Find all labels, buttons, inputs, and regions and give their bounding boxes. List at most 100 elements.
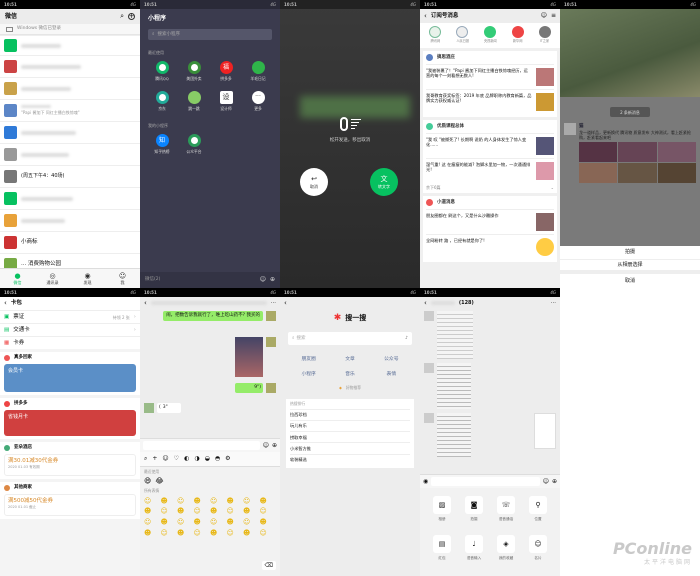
tool-contact-card[interactable]: ☺ 名片 bbox=[522, 535, 554, 568]
mini-app[interactable]: 福拼多多 bbox=[210, 60, 242, 83]
hot-item[interactable]: 软装精选 bbox=[290, 453, 410, 465]
category-mini-programs[interactable]: 小程序 bbox=[288, 372, 329, 378]
mini-search[interactable]: ⌕ 搜索小程序 bbox=[148, 28, 272, 40]
message-input[interactable] bbox=[143, 441, 260, 450]
emoji[interactable]: ☺ bbox=[227, 507, 244, 516]
emoji-icon[interactable]: ☺ bbox=[260, 276, 266, 284]
mini-app[interactable]: 跳一跳 bbox=[178, 90, 210, 113]
plus-icon[interactable]: ⊕ bbox=[272, 442, 277, 450]
album-option[interactable]: 从相册选择 bbox=[560, 260, 700, 274]
mini-app[interactable]: 羊毛日记 bbox=[242, 60, 274, 83]
coupons-row[interactable]: ▦ 卡券 bbox=[0, 336, 140, 349]
chat-item[interactable]: "Papi 酱加下 同红主播白铁惊魂" bbox=[0, 99, 140, 121]
to-text-button[interactable]: 文转文字 bbox=[370, 168, 398, 196]
image-bubble[interactable] bbox=[437, 363, 471, 409]
message-bubble[interactable]: 闹，把数告诉我就行了，唯上吃山药不? 我买的 bbox=[163, 311, 263, 321]
emoji[interactable]: ☺ bbox=[194, 507, 211, 516]
new-messages-pill[interactable]: 2 条新消息 bbox=[610, 107, 650, 117]
plus-icon[interactable]: ⊕ bbox=[270, 276, 275, 284]
emoji[interactable]: ☺ bbox=[177, 518, 194, 527]
emoji[interactable]: ☺ bbox=[260, 507, 277, 516]
image-bubble[interactable] bbox=[437, 311, 473, 359]
tool-camera[interactable]: ◙ 拍摄 bbox=[458, 496, 490, 529]
emoji[interactable]: ☻ bbox=[260, 518, 277, 527]
plus-icon[interactable]: + bbox=[128, 12, 135, 20]
tool-voice-input[interactable]: ♩ 语音输入 bbox=[458, 535, 490, 568]
post-image[interactable] bbox=[618, 141, 657, 162]
emoji[interactable]: ☻ bbox=[161, 497, 178, 506]
plus-icon[interactable]: ⊕ bbox=[552, 478, 557, 486]
account-avatar[interactable]: 人民日报 bbox=[456, 26, 469, 45]
mini-app[interactable]: 公众平台 bbox=[178, 133, 210, 156]
mini-app[interactable]: 京东 bbox=[146, 90, 178, 113]
emoji[interactable]: ☺ bbox=[144, 497, 161, 506]
account-avatar[interactable]: 新华网 bbox=[511, 26, 524, 45]
emoji-icon[interactable]: ☺ bbox=[162, 455, 168, 463]
emoji[interactable]: ☻ bbox=[177, 529, 194, 538]
microphone-icon[interactable]: ♪ bbox=[405, 336, 408, 342]
category-accounts[interactable]: 公众号 bbox=[371, 357, 412, 363]
emoji[interactable]: ☻ bbox=[260, 497, 277, 506]
emoji[interactable]: ☻ bbox=[210, 507, 227, 516]
emoji[interactable]: ☺ bbox=[161, 507, 178, 516]
message-input[interactable] bbox=[431, 477, 540, 486]
emoji[interactable]: 😂 bbox=[155, 477, 163, 486]
emoji[interactable]: ☺ bbox=[177, 497, 194, 506]
image-bubble[interactable] bbox=[534, 413, 556, 449]
gear-icon[interactable]: ⚙ bbox=[225, 455, 230, 463]
post-image[interactable] bbox=[657, 162, 696, 183]
emoji[interactable]: ☻ bbox=[161, 518, 178, 527]
account-avatar[interactable]: IT之家 bbox=[538, 26, 551, 45]
back-icon[interactable]: ‹ bbox=[424, 12, 427, 21]
category-articles[interactable]: 文章 bbox=[329, 357, 370, 363]
article-item[interactable]: "我被装裹了！"Papi 酱加下同红主播白铁惊魂经历，运营的每个一刻看想无数人! bbox=[426, 63, 554, 89]
transit-row[interactable]: ▤ 交通卡 › bbox=[0, 323, 140, 336]
plus-icon[interactable]: + bbox=[152, 455, 157, 463]
chat-item[interactable] bbox=[0, 77, 140, 99]
menu-icon[interactable]: ≡ bbox=[551, 12, 556, 20]
search-icon[interactable]: ⌕ bbox=[144, 455, 147, 463]
emoji-icon[interactable]: ☺ bbox=[543, 478, 549, 486]
more-articles-link[interactable]: 余下6篇 bbox=[426, 185, 547, 190]
chat-item[interactable] bbox=[0, 209, 140, 231]
image-bubble[interactable] bbox=[437, 413, 471, 457]
hot-item[interactable]: 拉西珍档 bbox=[290, 408, 410, 420]
emoji[interactable]: ☺ bbox=[210, 497, 227, 506]
emoji[interactable]: ☻ bbox=[243, 529, 260, 538]
tickets-row[interactable]: ▣ 票证 待领 2 张 › bbox=[0, 310, 140, 323]
search-icon[interactable]: ⌕ bbox=[120, 12, 124, 21]
chat-item[interactable] bbox=[0, 35, 140, 55]
emoji[interactable]: ☻ bbox=[227, 518, 244, 527]
sticker-icon[interactable]: ◒ bbox=[205, 455, 210, 463]
back-icon[interactable]: ‹ bbox=[424, 299, 427, 308]
mini-app[interactable]: ··· 更多 bbox=[242, 90, 274, 113]
chat-item[interactable]: (周五下午4：40场) bbox=[0, 165, 140, 187]
delete-key-icon[interactable]: ⌫ bbox=[261, 560, 276, 570]
emoji[interactable]: ☻ bbox=[177, 507, 194, 516]
tab-discover[interactable]: ◉ 发现 bbox=[70, 269, 105, 288]
account-avatar[interactable]: 央视新闻 bbox=[483, 26, 497, 45]
chat-item[interactable] bbox=[0, 55, 140, 77]
post-image[interactable] bbox=[579, 162, 618, 183]
member-card[interactable]: 会员卡 bbox=[4, 364, 136, 392]
emoji[interactable]: ☺ bbox=[260, 529, 277, 538]
chat-item[interactable]: 小商标 bbox=[0, 231, 140, 253]
person-icon[interactable]: ☺ bbox=[541, 12, 547, 20]
monthly-card[interactable]: 省钱月卡 bbox=[4, 410, 136, 436]
sticker-icon[interactable]: ◓ bbox=[215, 455, 220, 463]
tab-chats[interactable]: ● 微信 bbox=[0, 269, 35, 288]
emoji[interactable]: ☻ bbox=[210, 529, 227, 538]
shoot-option[interactable]: 拍摄 bbox=[560, 246, 700, 260]
emoji[interactable]: ☺ bbox=[243, 497, 260, 506]
more-icon[interactable]: ··· bbox=[271, 300, 276, 307]
hot-item[interactable]: 玩儿有乐 bbox=[290, 419, 410, 431]
account-avatar[interactable]: 腾讯网 bbox=[429, 26, 442, 45]
tool-red-packet[interactable]: ▤ 红包 bbox=[426, 535, 458, 568]
windows-login-banner[interactable]: Windows 微信已登录 bbox=[0, 24, 140, 35]
emoji[interactable]: ☻ bbox=[144, 529, 161, 538]
trend-link[interactable]: 好物推荐 bbox=[346, 385, 361, 391]
post-image[interactable] bbox=[618, 162, 657, 183]
tab-me[interactable]: ☺ 我 bbox=[105, 269, 140, 288]
mini-app[interactable]: 知知乎热榜 bbox=[146, 133, 178, 156]
chat-item[interactable] bbox=[0, 121, 140, 143]
